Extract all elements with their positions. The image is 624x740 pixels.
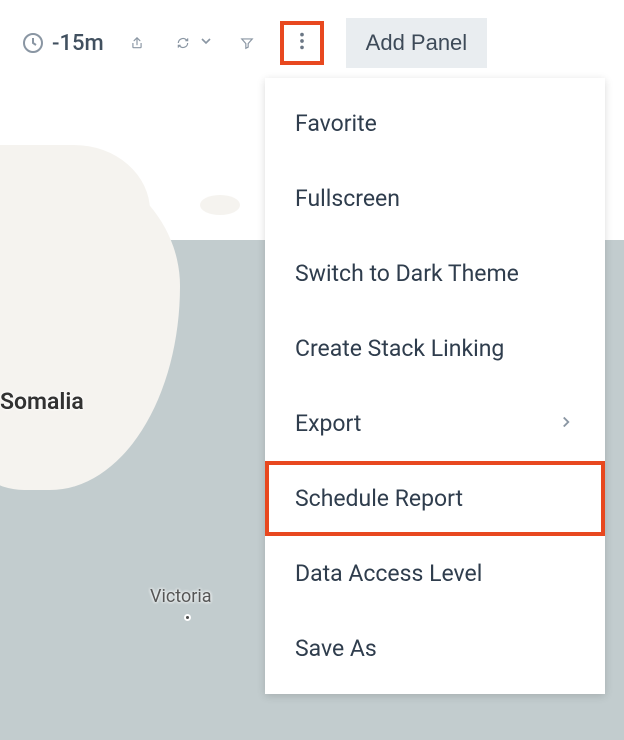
time-range-value: -15m: [52, 31, 104, 56]
menu-item-export[interactable]: Export: [265, 386, 605, 461]
menu-item-label: Create Stack Linking: [295, 335, 504, 362]
map-label-country: Somalia: [0, 388, 84, 415]
menu-item-dark-theme[interactable]: Switch to Dark Theme: [265, 236, 605, 311]
menu-item-label: Switch to Dark Theme: [295, 260, 519, 287]
filter-icon[interactable]: [234, 30, 260, 56]
add-panel-button[interactable]: Add Panel: [346, 18, 488, 68]
share-icon[interactable]: [124, 30, 150, 56]
menu-item-label: Schedule Report: [295, 485, 463, 512]
chevron-down-icon: [198, 33, 214, 53]
menu-item-data-access[interactable]: Data Access Level: [265, 536, 605, 611]
more-options-button[interactable]: [280, 21, 324, 65]
menu-item-label: Save As: [295, 635, 377, 662]
menu-item-schedule-report[interactable]: Schedule Report: [265, 461, 605, 536]
map-label-city: Victoria: [150, 586, 212, 607]
clock-icon: [20, 30, 46, 56]
menu-item-favorite[interactable]: Favorite: [265, 86, 605, 161]
menu-item-fullscreen[interactable]: Fullscreen: [265, 161, 605, 236]
refresh-icon: [170, 30, 196, 56]
refresh-control[interactable]: [170, 30, 214, 56]
more-vertical-icon: [291, 30, 313, 56]
menu-item-label: Export: [295, 410, 361, 437]
more-options-menu: Favorite Fullscreen Switch to Dark Theme…: [265, 78, 605, 694]
chevron-right-icon: [557, 410, 575, 437]
menu-item-stack-linking[interactable]: Create Stack Linking: [265, 311, 605, 386]
time-range-selector[interactable]: -15m: [14, 26, 110, 60]
map-city-marker: [184, 614, 191, 621]
menu-item-label: Fullscreen: [295, 185, 400, 212]
map-island: [200, 195, 240, 215]
toolbar: -15m: [0, 0, 624, 86]
menu-item-save-as[interactable]: Save As: [265, 611, 605, 686]
menu-item-label: Data Access Level: [295, 560, 482, 587]
menu-item-label: Favorite: [295, 110, 377, 137]
